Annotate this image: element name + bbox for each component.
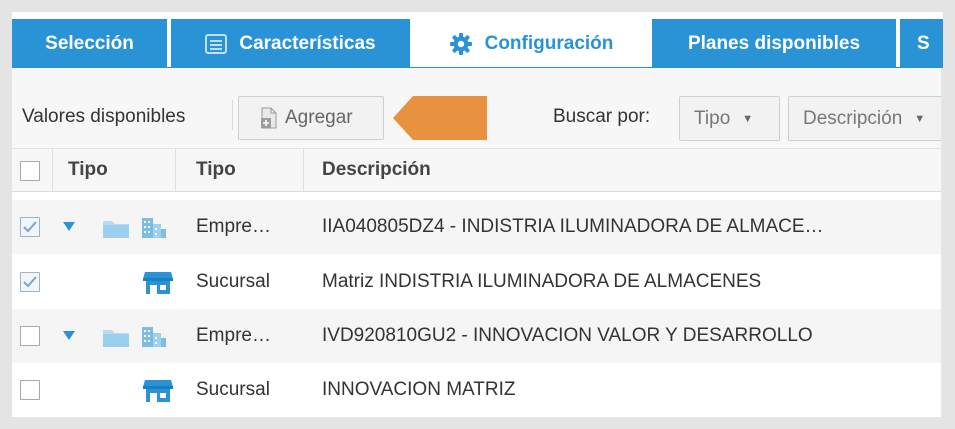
tab-label: Planes disponibles — [687, 32, 861, 54]
folder-icon — [103, 221, 129, 238]
row-checkbox[interactable] — [20, 272, 40, 292]
table-header: Tipo Tipo Descripción — [12, 148, 941, 192]
row-tipo: Empre… — [196, 216, 271, 237]
main-panel: Selección Características Configuración … — [12, 12, 943, 417]
row-checkbox[interactable] — [20, 380, 40, 400]
table-row[interactable]: Sucursal Matriz INDISTRIA ILUMINADORA DE… — [12, 255, 941, 309]
panel-right-edge — [941, 68, 943, 417]
row-tipo: Sucursal — [196, 271, 270, 292]
caret-down-icon: ▼ — [914, 112, 926, 125]
tab-label: S — [917, 32, 930, 54]
tab-configuracion[interactable]: Configuración — [414, 19, 648, 68]
window-frame: Selección Características Configuración … — [0, 0, 955, 429]
tab-planes-disponibles[interactable]: Planes disponibles — [652, 19, 896, 68]
table-row[interactable]: Empre… IVD920810GU2 - INNOVACION VALOR Y… — [12, 309, 941, 363]
column-header-descripcion[interactable]: Descripción — [322, 149, 431, 191]
tab-label: Características — [239, 32, 376, 54]
filter-tipo-dropdown[interactable]: Tipo ▼ — [679, 96, 780, 141]
row-descripcion: Matriz INDISTRIA ILUMINADORA DE ALMACENE… — [322, 271, 762, 292]
expand-caret-icon[interactable] — [63, 331, 75, 340]
tab-label: Configuración — [484, 32, 614, 54]
add-document-icon — [259, 107, 279, 129]
available-values-label: Valores disponibles — [22, 106, 186, 127]
column-header-tipo[interactable]: Tipo — [196, 149, 236, 191]
row-tipo: Sucursal — [196, 379, 270, 400]
filter-tipo-value: Tipo — [694, 107, 731, 129]
tab-seleccion[interactable]: Selección — [12, 19, 167, 68]
pointer-arrow-icon — [393, 96, 487, 140]
expand-caret-icon[interactable] — [63, 222, 75, 231]
row-checkbox[interactable] — [20, 217, 40, 237]
toolbar-divider — [232, 100, 233, 130]
select-all-checkbox[interactable] — [20, 161, 40, 181]
add-button[interactable]: Agregar — [238, 96, 384, 140]
filter-descripcion-value: Descripción — [803, 107, 903, 129]
row-descripcion: IVD920810GU2 - INNOVACION VALOR Y DESARR… — [322, 325, 813, 346]
column-divider — [303, 149, 304, 191]
add-button-label: Agregar — [285, 107, 353, 128]
column-divider — [52, 149, 53, 191]
row-tipo: Empre… — [196, 325, 271, 346]
tab-caracteristicas[interactable]: Características — [171, 19, 410, 68]
search-by-label: Buscar por: — [553, 106, 651, 127]
table-row[interactable]: Sucursal INNOVACION MATRIZ — [12, 363, 941, 417]
caret-down-icon: ▼ — [742, 112, 754, 125]
table-row[interactable]: Empre… IIA040805DZ4 - INDISTRIA ILUMINAD… — [12, 200, 941, 254]
row-descripcion: IIA040805DZ4 - INDISTRIA ILUMINADORA DE … — [322, 216, 824, 237]
building-icon — [142, 327, 166, 347]
filter-descripcion-dropdown[interactable]: Descripción ▼ — [788, 96, 943, 141]
list-icon — [205, 33, 228, 54]
column-divider — [175, 149, 176, 191]
tab-bar: Selección Características Configuración … — [12, 12, 943, 68]
store-icon — [143, 380, 173, 402]
folder-icon — [103, 330, 129, 347]
row-checkbox[interactable] — [20, 326, 40, 346]
building-icon — [142, 218, 166, 238]
column-header-tipo-tree[interactable]: Tipo — [68, 149, 108, 191]
tab-overflow[interactable]: S — [900, 19, 943, 68]
tab-label: Selección — [45, 32, 134, 54]
gear-icon — [449, 32, 473, 56]
toolbar: Valores disponibles Agregar Buscar por: — [12, 68, 943, 148]
store-icon — [143, 272, 173, 294]
row-descripcion: INNOVACION MATRIZ — [322, 379, 516, 400]
